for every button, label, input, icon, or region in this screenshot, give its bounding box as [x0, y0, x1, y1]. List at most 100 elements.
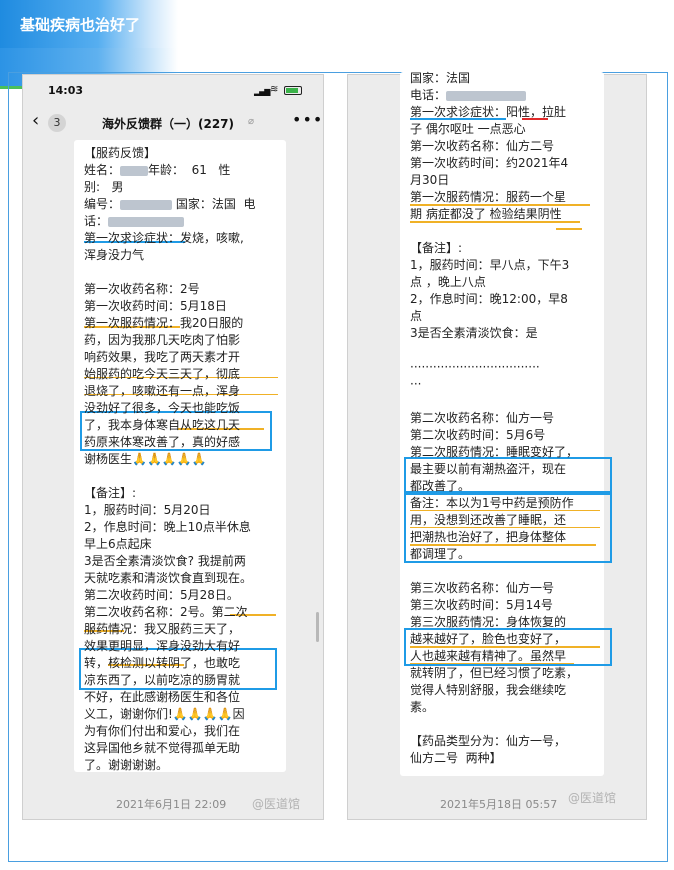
text-line: 1，服药时间：5月20日	[84, 503, 211, 517]
signal-icon: ▂▄▆	[254, 87, 271, 96]
text-line: 编号： 国家：法国 电	[84, 197, 256, 211]
text-line: 始服药的吃今天三天了，彻底	[84, 367, 241, 381]
text-line	[84, 264, 255, 281]
text-line: 第三次收药名称：仙方一号	[410, 581, 555, 595]
text-line: 电话：	[410, 87, 578, 104]
text-line	[84, 468, 255, 485]
redacted-phone	[446, 90, 527, 101]
text-line: 点 ，晚上八点	[410, 275, 486, 289]
text-line: 不好，在此感谢杨医生和各位	[84, 690, 241, 704]
text-line: 第一次服药情况：我20日服的	[84, 316, 244, 330]
text-line	[410, 563, 578, 580]
text-line: 【药品类型分为：仙方一号，	[410, 734, 567, 748]
text-line: 了。谢谢谢谢。	[84, 758, 169, 772]
text-line: 第一次求诊症状：阳性，拉肚	[410, 105, 567, 119]
text-line: ··································	[410, 360, 540, 374]
text-line: 义工，谢谢你们!🙏🙏🙏🙏因	[84, 707, 245, 721]
text-line: 子 偶尔呕吐 一点恶心	[410, 122, 526, 136]
text-line: ···	[410, 377, 422, 391]
text-line: 凉东西了，以前吃凉的肠胃就	[84, 673, 241, 687]
text-line: 1，服药时间：早八点，下午3	[410, 258, 570, 272]
status-time: 14:03	[48, 84, 84, 97]
text-line: 药，因为我那几天吃肉了怕影	[84, 333, 241, 347]
text-line: 把潮热也治好了，把身体整体	[410, 530, 567, 544]
text-line: 了，我本身体寒自从吃这几天	[84, 418, 241, 432]
text-line: 【备注】:	[410, 241, 463, 255]
redacted-phone	[108, 216, 185, 227]
text-line: 人也越来越有精神了。虽然早	[410, 649, 567, 663]
banner-title: 基础疾病也治好了	[20, 16, 141, 34]
text-line: 第二次收药时间：5月6号	[410, 428, 546, 442]
watermark-right: @医道馆	[568, 791, 617, 805]
text-line: 期 病症都没了 检验结果阴性	[410, 207, 562, 221]
text-line: 转，核检测以转阴了，也敢吃	[84, 656, 241, 670]
text-line: 第二次收药名称：仙方一号	[410, 411, 555, 425]
text-line: 3是否全素清淡饮食? 我提前两	[84, 554, 246, 568]
text-line: 第三次收药时间：5月14号	[410, 598, 553, 612]
text-line: 国家：法国	[410, 71, 471, 85]
text-line: 谢杨医生🙏🙏🙏🙏🙏	[84, 452, 207, 466]
chat-title: 海外反馈群（一）(227)	[102, 117, 235, 131]
wifi-icon: ≋	[270, 84, 279, 95]
message-timestamp-right: 2021年5月18日 05:57	[440, 798, 558, 811]
text-line: 【备注】:	[84, 486, 137, 500]
text-line: 越来越好了，脸色也变好了，	[410, 632, 567, 646]
text-line: 3是否全素清淡饮食：是	[410, 326, 538, 340]
text-line: 第一次收药时间：5月18日	[84, 299, 227, 313]
text-line: 第一次收药时间：约2021年4	[410, 156, 569, 170]
text-line: 【服药反馈】	[84, 146, 157, 160]
text-line: 2，作息时间：晚12:00，早8	[410, 292, 568, 306]
text-line: 这异国他乡就不觉得孤单无助	[84, 741, 241, 755]
message-text-right: 国家：法国 电话： 第一次求诊症状：阳性，拉肚 子 偶尔呕吐 一点恶心 第一次收…	[410, 70, 578, 767]
text-line: 用，没想到还改善了睡眠，还	[410, 513, 567, 527]
text-line: 素。	[410, 700, 435, 714]
text-line	[410, 716, 578, 733]
text-line: 备注：本以为1号中药是预防作	[410, 496, 574, 510]
message-timestamp-left: 2021年6月1日 22:09	[116, 798, 227, 811]
redacted-id	[120, 199, 173, 210]
text-line: 早上6点起床	[84, 537, 152, 551]
text-line: 点	[410, 309, 423, 323]
battery-level	[286, 88, 298, 93]
text-line: 第三次服药情况：身体恢复的	[410, 615, 567, 629]
redacted-name	[120, 165, 149, 176]
text-line: 仙方二号 两种】	[410, 751, 502, 765]
unread-count-badge[interactable]: 3	[48, 114, 66, 132]
text-line: 都改善了。	[410, 479, 471, 493]
text-line: 2，作息时间：晚上10点半休息	[84, 520, 251, 534]
more-options-icon[interactable]: •••	[292, 110, 323, 129]
text-line: 觉得人特别舒服，我会继续吃	[410, 683, 567, 697]
text-line: 姓名： 年龄： 61 性	[84, 163, 231, 177]
text-line: 第一次求诊症状：发烧，咳嗽,	[84, 231, 244, 245]
text-line: 第一次服药情况：服药一个星	[410, 190, 567, 204]
status-bar: 14:03 ▂▄▆ ≋	[48, 84, 308, 100]
text-line: 浑身没力气	[84, 248, 145, 262]
text-line: 就转阴了，但已经习惯了吃素，	[410, 666, 579, 680]
text-line: 最主要以前有潮热盗汗，现在	[410, 462, 567, 476]
text-line: 药原来体寒改善了，真的好感	[84, 435, 241, 449]
text-line: 服药情况：我又服药三天了，	[84, 622, 241, 636]
text-line: 别: 男	[84, 180, 124, 194]
text-line: 第一次收药名称：2号	[84, 282, 200, 296]
scrollbar-thumb[interactable]	[316, 612, 319, 642]
text-line: 话：	[84, 213, 255, 230]
watermark-left: @医道馆	[252, 797, 301, 811]
bell-slash-icon: ⌀	[248, 116, 255, 127]
text-line: 月30日	[410, 173, 450, 187]
text-line: 天就吃素和清淡饮食直到现在。	[84, 571, 253, 585]
text-line	[410, 223, 578, 240]
text-line: 第二次收药名称：2号。第二次	[84, 605, 248, 619]
battery-icon	[284, 86, 302, 95]
text-line: 第一次收药名称：仙方二号	[410, 139, 555, 153]
text-line: 效果更明显，浑身没劲大有好	[84, 639, 241, 653]
back-arrow-icon[interactable]: ‹	[32, 112, 39, 130]
text-line: 第二次收药时间：5月28日。	[84, 588, 239, 602]
text-line: 第二次服药情况：睡眠变好了，	[410, 445, 579, 459]
text-line: 都调理了。	[410, 547, 471, 561]
text-line: 为有你们付出和爱心，我们在	[84, 724, 241, 738]
text-line: 响药效果，我吃了两天素才开	[84, 350, 241, 364]
chat-navbar: ‹ 3 海外反馈群（一）(227) ⌀ •••	[22, 108, 324, 138]
text-line: 退烧了，咳嗽还有一点，浑身	[84, 384, 241, 398]
message-text-left: 【服药反馈】 姓名： 年龄： 61 性 别: 男 编号： 国家：法国 电 话： 第…	[84, 145, 255, 774]
text-line: 没劲好了很多，今天也能吃饭	[84, 401, 241, 415]
